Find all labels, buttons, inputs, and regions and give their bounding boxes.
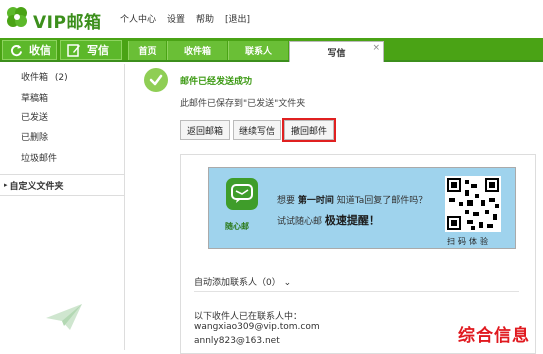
banner-line1-bold: 第一时间 — [297, 196, 334, 206]
tab-home[interactable]: 首页 — [128, 41, 166, 60]
divider — [194, 291, 519, 292]
receive-label: 收信 — [29, 44, 51, 57]
sidebar-item-deleted[interactable]: 已删除 — [21, 130, 48, 143]
contact-email: wangxiao309@vip.tom.com — [194, 322, 320, 332]
qr-code-icon — [445, 176, 501, 232]
success-title: 邮件已经发送成功 — [180, 77, 253, 87]
sidebar-custom-folders[interactable]: ▸ 自定义文件夹 — [0, 174, 125, 196]
inbox-count: (2) — [54, 73, 68, 83]
chevron-down-icon: ⌄ — [283, 278, 292, 288]
nav-profile-link[interactable]: 个人中心 — [120, 12, 156, 25]
auto-add-contacts-toggle[interactable]: 自动添加联系人（0） ⌄ — [194, 275, 291, 288]
sidebar-item-drafts[interactable]: 草稿箱 — [21, 91, 48, 104]
tab-contacts[interactable]: 联系人 — [228, 41, 288, 60]
banner-line-2: 试试随心邮 极速提醒！ — [277, 212, 380, 228]
banner-line2-prefix: 试试随心邮 — [277, 217, 323, 227]
app-chat-icon — [226, 178, 258, 210]
top-header: VIP邮箱 个人中心 设置 帮助 [退出] — [0, 0, 543, 38]
watermark-text: 综合信息 — [458, 326, 530, 346]
back-to-mailbox-button[interactable]: 返回邮箱 — [180, 120, 230, 140]
sidebar-item-label: 收件箱 — [21, 73, 49, 83]
edit-icon — [67, 43, 81, 57]
close-icon[interactable]: × — [372, 43, 380, 53]
banner-line1-prefix: 想要 — [277, 196, 296, 206]
sidebar-item-spam[interactable]: 垃圾邮件 — [21, 151, 57, 164]
sidebar-item-inbox[interactable]: 收件箱 (2) — [21, 70, 68, 83]
nav-logout-link[interactable]: [退出] — [225, 12, 250, 25]
compose-button[interactable]: 写信 — [60, 40, 122, 60]
tab-write-label: 写信 — [327, 48, 346, 59]
recall-mail-button[interactable]: 撤回邮件 — [282, 118, 336, 142]
logo-text: VIP邮箱 — [33, 13, 102, 33]
compose-label: 写信 — [87, 44, 109, 57]
paper-plane-icon — [46, 304, 82, 330]
continue-writing-button[interactable]: 继续写信 — [233, 120, 281, 140]
auto-add-label: 自动添加联系人（0） — [194, 278, 281, 288]
receive-mail-button[interactable]: 收信 — [2, 40, 57, 60]
nav-help-link[interactable]: 帮助 — [196, 12, 214, 25]
tab-inbox[interactable]: 收件箱 — [167, 41, 227, 60]
contact-email: annly823@163.net — [194, 336, 280, 346]
app-name: 随心邮 — [225, 222, 249, 231]
success-check-icon — [144, 68, 168, 92]
refresh-icon — [9, 43, 23, 57]
success-subtitle: 此邮件已保存到"已发送"文件夹 — [180, 99, 306, 109]
main-toolbar: 收信 写信 首页 收件箱 联系人 写信 × — [0, 38, 543, 62]
contacts-note: 以下收件人已在联系人中： — [194, 312, 303, 322]
banner-line-1: 想要 第一时间 知道Ta回复了邮件吗？ — [277, 193, 427, 206]
banner-line2-bold: 极速提醒！ — [324, 214, 380, 227]
clover-logo-icon — [7, 7, 27, 27]
custom-folder-label: 自定义文件夹 — [9, 181, 64, 192]
sidebar-item-sent[interactable]: 已发送 — [21, 110, 48, 123]
nav-settings-link[interactable]: 设置 — [167, 12, 185, 25]
promo-banner[interactable]: 随心邮 想要 第一时间 知道Ta回复了邮件吗？ 试试随心邮 极速提醒！ 扫码体验 — [208, 167, 516, 249]
qr-label: 扫码体验 — [447, 237, 491, 246]
banner-line1-suffix: 知道Ta回复了邮件吗？ — [336, 196, 428, 206]
tab-write[interactable]: 写信 × — [289, 41, 384, 62]
caret-right-icon: ▸ — [4, 181, 8, 189]
top-nav: 个人中心 设置 帮助 [退出] — [120, 12, 250, 25]
